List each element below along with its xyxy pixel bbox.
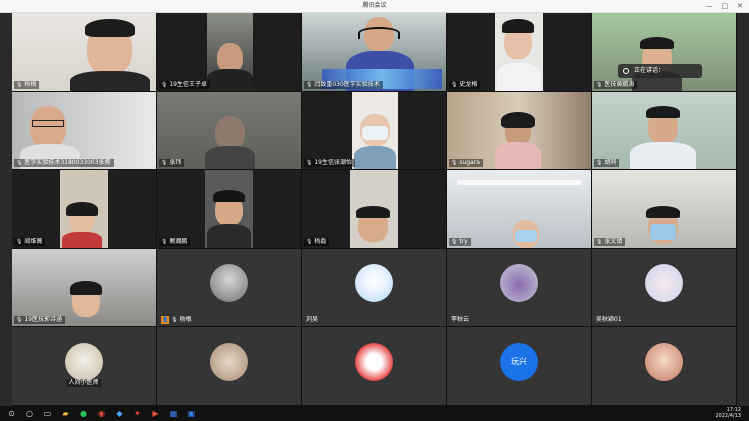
participant-tile[interactable]: 🎙 张文镇 [592,170,737,249]
participant-tile[interactable]: 刘昊 [302,248,447,328]
participant-tile[interactable]: 👤 🎙 杨根 [157,248,302,328]
participant-name: 🎙 19医技郭诗涵 [14,316,65,325]
system-clock[interactable]: 17:12 2022/4/13 [715,407,741,419]
search-icon[interactable]: ○ [23,408,36,419]
participant-name: 🎙 杨根 [14,80,40,89]
meeting-icon[interactable]: ▣ [185,408,198,419]
participant-tile[interactable]: 🎙 杨磊 [302,170,447,249]
participant-tile[interactable]: 🎙 赖瀚鹏 [157,170,302,249]
participant-name: 李秋云 [451,316,470,324]
participant-name: 🎙 try [449,237,471,246]
participant-name: 🎙 医学实验技术3180033003张腾 [14,159,114,168]
participant-name: 🎙 sugara [449,159,483,168]
avatar: 玩兴 [500,342,538,381]
title-bar: 腾讯会议 — □ ✕ [0,0,749,13]
avatar [65,342,103,381]
participant-tile[interactable]: 🎙 胡同 [592,91,737,171]
video-icon[interactable]: ▶ [149,408,162,419]
participant-tile[interactable] [157,327,302,406]
speaking-notice: 正在讲话： [618,64,702,78]
app-icon[interactable]: ✦ [131,408,144,419]
avatar [210,263,248,302]
participant-name: 🎙 闫致重030医学实验技术 [304,80,383,89]
participant-name: 🎙 胡同 [594,159,620,168]
avatar [355,263,393,302]
explorer-icon[interactable]: ▰ [59,408,72,419]
avatar [500,263,538,302]
participant-tile[interactable]: 🎙 sugara [447,91,592,171]
window-title: 腾讯会议 [362,2,387,9]
participant-name: 🎙 张玮 [159,159,185,168]
participant-tile[interactable]: 吴秋颖01 [592,248,737,328]
participant-tile[interactable]: 玩兴 [447,327,592,406]
participant-tile[interactable]: 🎙 杨根 [12,13,157,92]
task-view-icon[interactable]: ▭ [41,408,54,419]
participant-tile[interactable] [592,327,737,406]
photos-icon[interactable]: ▦ [167,408,180,419]
participant-name: 🎙 19生信张潮怡 [304,159,355,168]
chrome-icon[interactable]: ◉ [95,408,108,419]
participant-tile[interactable]: 🎙 try [447,170,592,249]
participant-tile[interactable]: 李秋云 [447,248,592,328]
avatar [645,263,683,302]
close-icon[interactable]: ✕ [737,2,743,10]
participant-name: 🎙 赖瀚鹏 [159,237,191,246]
participant-tile[interactable]: 🎙 史龙格 [447,13,592,92]
participant-name: 刘昊 [306,316,319,324]
participant-name: 🎙 阎维薇 [14,237,46,246]
avatar [355,342,393,381]
start-icon[interactable]: ⊙ [5,408,18,419]
participant-name: 🎙 杨磊 [304,237,330,246]
speaking-icon [623,68,629,74]
minimize-icon[interactable]: — [706,2,713,10]
participant-name: 🎙 医技黄鹏涛 [594,80,638,89]
participant-tile[interactable]: 🎙 闫致重030医学实验技术 [302,13,447,92]
taskbar: ⊙ ○ ▭ ▰ ● ◉ ◆ ✦ ▶ ▦ ▣ 17:12 2022/4/13 [0,406,749,421]
participant-name: 🎙 19生信王子卓 [159,80,210,89]
maximize-icon[interactable]: □ [722,2,729,10]
participant-name: 人间小医师 [66,378,102,387]
participant-tile[interactable]: 🎙 医学实验技术3180033003张腾 [12,91,157,171]
participant-name: 🎙 史龙格 [449,80,481,89]
participant-tile[interactable]: 人间小医师 [12,327,157,406]
participant-name: 🎙 张文镇 [594,237,626,246]
participant-tile[interactable]: 🎙 19生信王子卓 [157,13,302,92]
wechat-icon[interactable]: ● [77,408,90,419]
participant-tile[interactable]: 🎙 张玮 [157,91,302,171]
participant-name: 👤 🎙 杨根 [161,316,192,325]
participant-tile[interactable] [302,327,447,406]
avatar [210,342,248,381]
participant-tile[interactable]: 🎙 19生信张潮怡 [302,91,447,171]
avatar [645,342,683,381]
participant-tile[interactable]: 🎙 医技黄鹏涛 [592,13,737,92]
participant-tile[interactable]: 🎙 阎维薇 [12,170,157,249]
qq-icon[interactable]: ◆ [113,408,126,419]
participant-tile[interactable]: 🎙 19医技郭诗涵 [12,248,157,328]
participant-name: 吴秋颖01 [596,316,622,324]
